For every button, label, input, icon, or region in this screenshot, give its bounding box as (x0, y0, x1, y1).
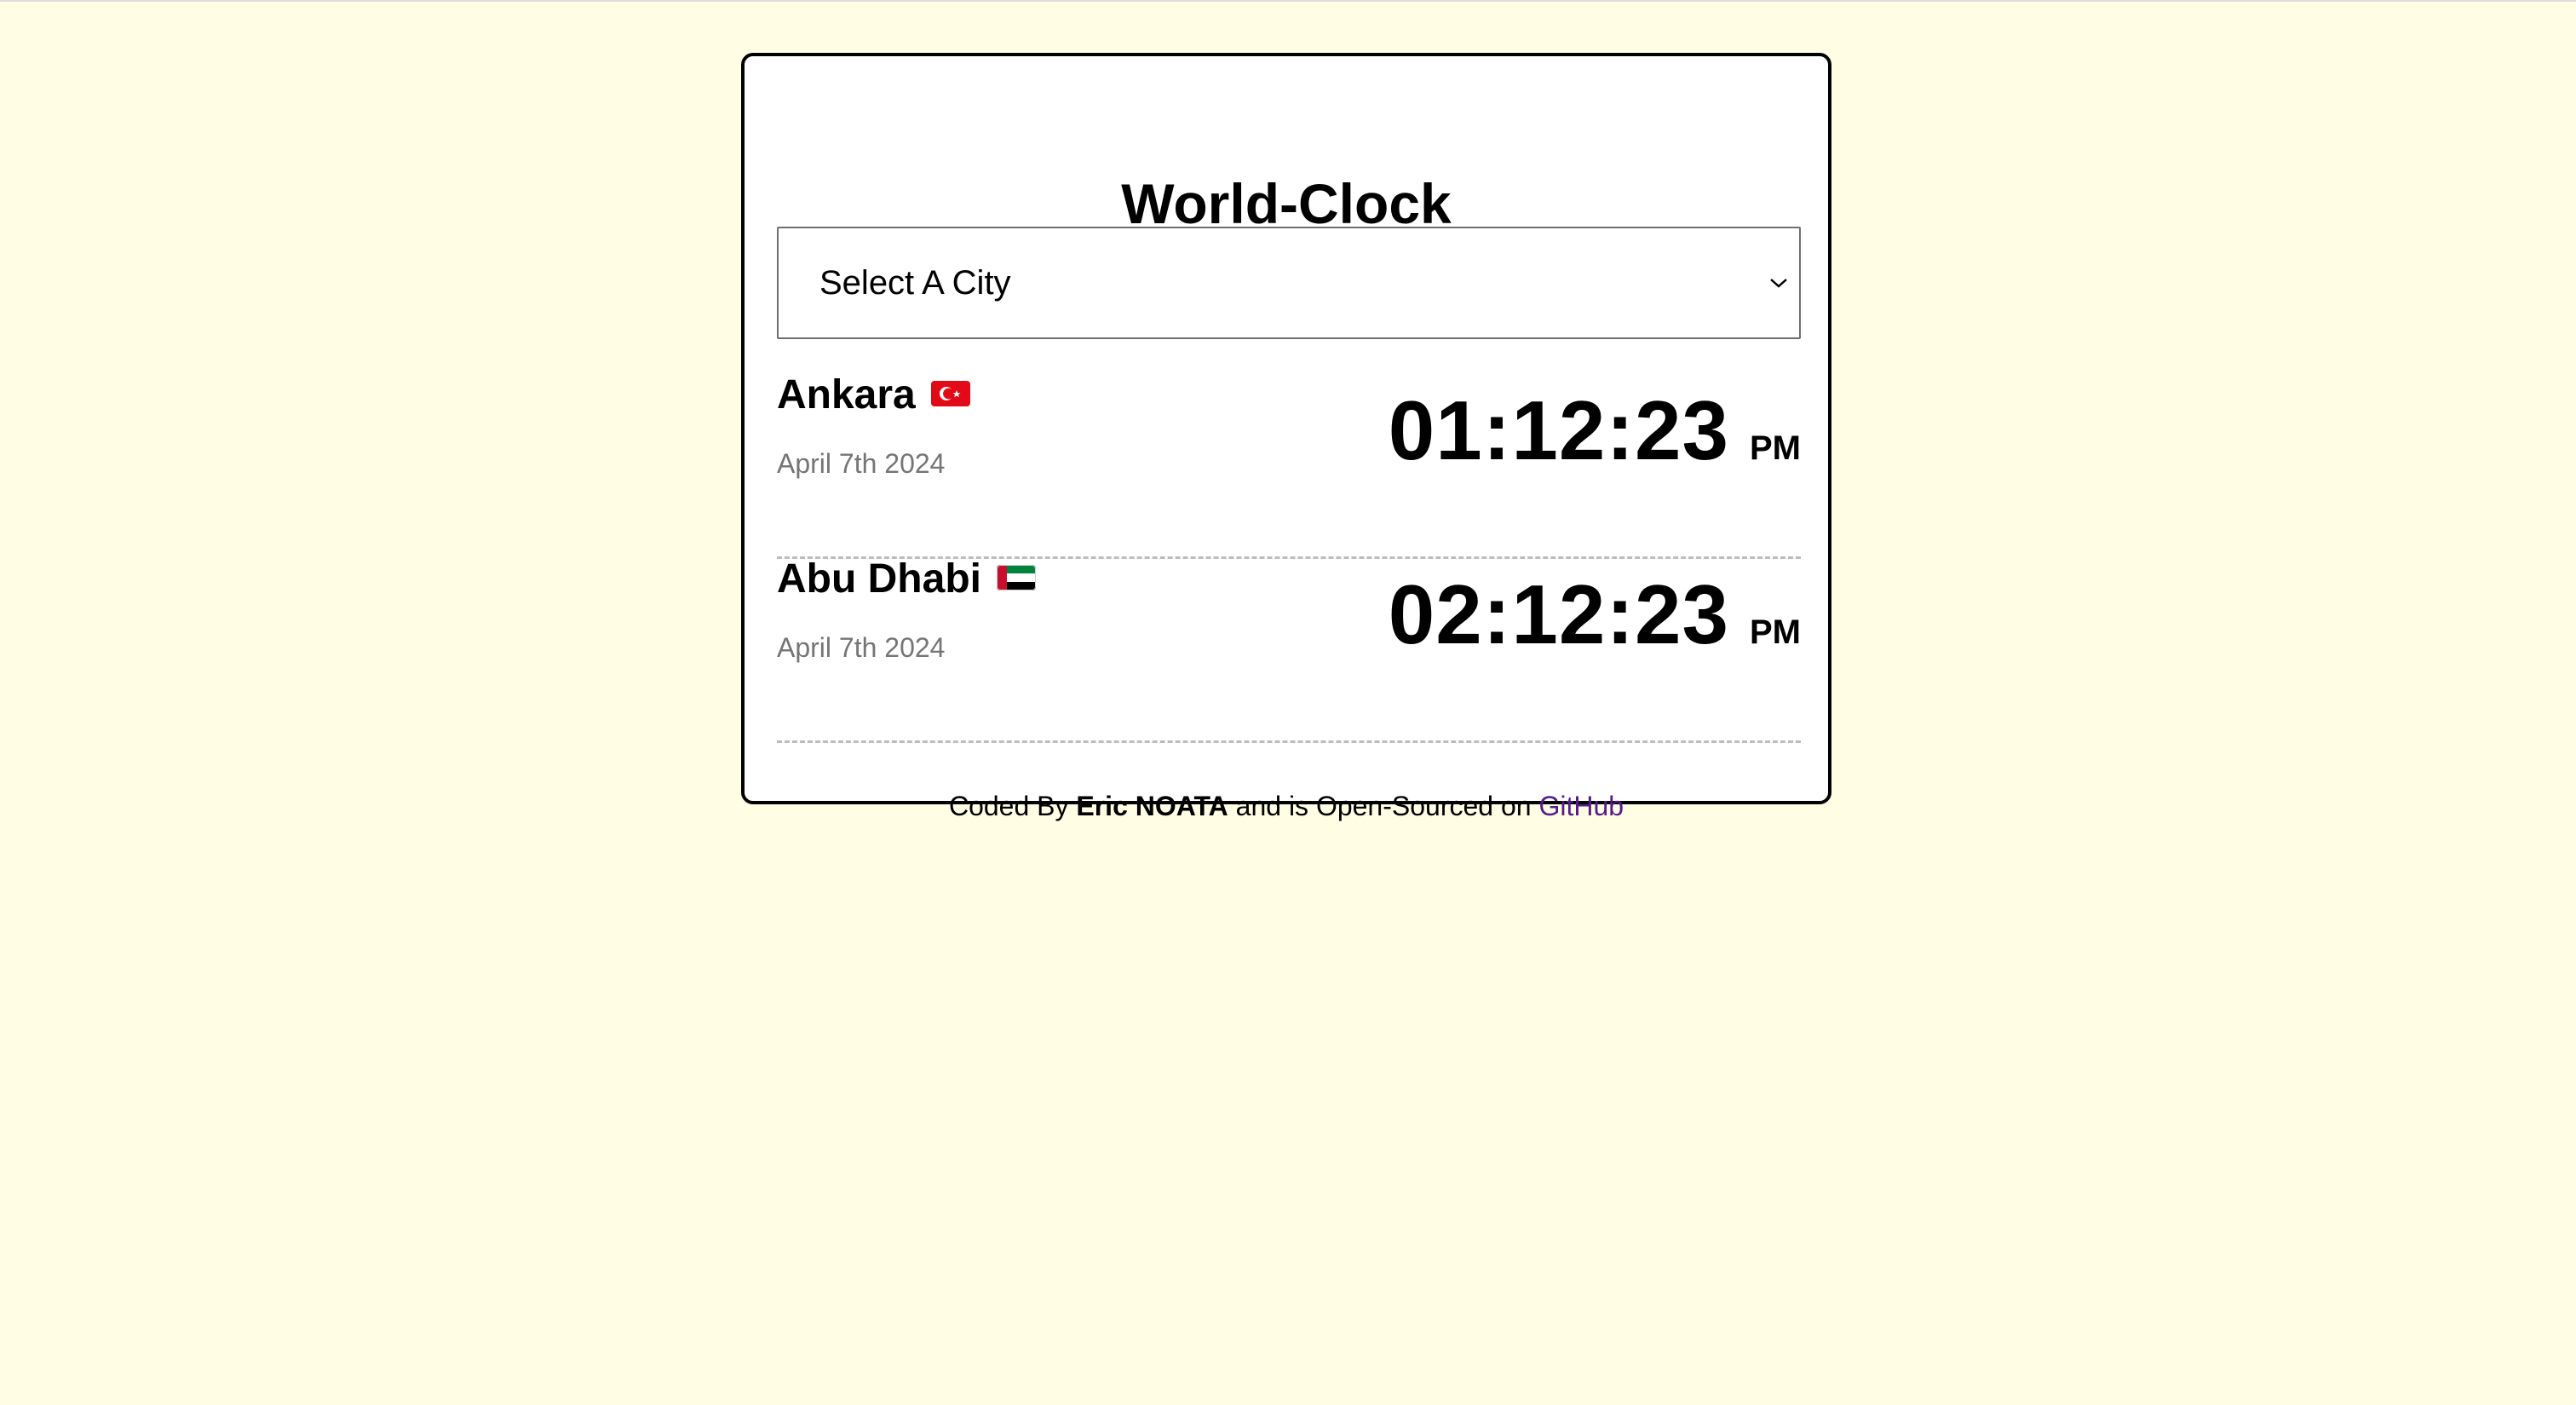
top-divider (0, 0, 2576, 2)
city-period: PM (1750, 613, 1801, 651)
city-name-row: Abu Dhabi (777, 556, 1037, 602)
city-clock: 02:12:23 PM (1389, 573, 1801, 656)
footer-middle: and is Open-Sourced on (1235, 791, 1532, 821)
city-time: 01:12:23 (1388, 383, 1729, 477)
city-name: Abu Dhabi (777, 556, 981, 602)
uae-flag-icon (997, 565, 1037, 590)
city-row-abu-dhabi: Abu Dhabi April 7th 2024 02:12:23 PM (777, 559, 1801, 743)
github-link[interactable]: GitHub (1538, 791, 1624, 821)
city-date: April 7th 2024 (777, 448, 946, 479)
city-select-value: Select A City (819, 264, 1011, 302)
footer-prefix: Coded By (948, 791, 1069, 821)
city-select[interactable]: Select A City (777, 227, 1801, 339)
city-row-ankara: Ankara April 7th 2024 01:12:23 PM (777, 375, 1801, 559)
city-name: Ankara (777, 372, 916, 417)
page-title: World-Clock (1121, 172, 1452, 235)
turkey-flag-icon (931, 381, 971, 406)
chevron-down-icon (1770, 279, 1787, 288)
city-clock: 01:12:23 PM (1389, 389, 1801, 472)
world-clock-card: World-Clock Select A City Ankara April 7… (741, 53, 1831, 820)
city-name-row: Ankara (777, 372, 971, 417)
city-time: 02:12:23 (1388, 567, 1729, 661)
city-date: April 7th 2024 (777, 632, 946, 663)
footer: Coded By Eric NOATA and is Open-Sourced … (745, 792, 1828, 820)
footer-author: Eric NOATA (1076, 791, 1228, 821)
city-period: PM (1750, 429, 1801, 467)
